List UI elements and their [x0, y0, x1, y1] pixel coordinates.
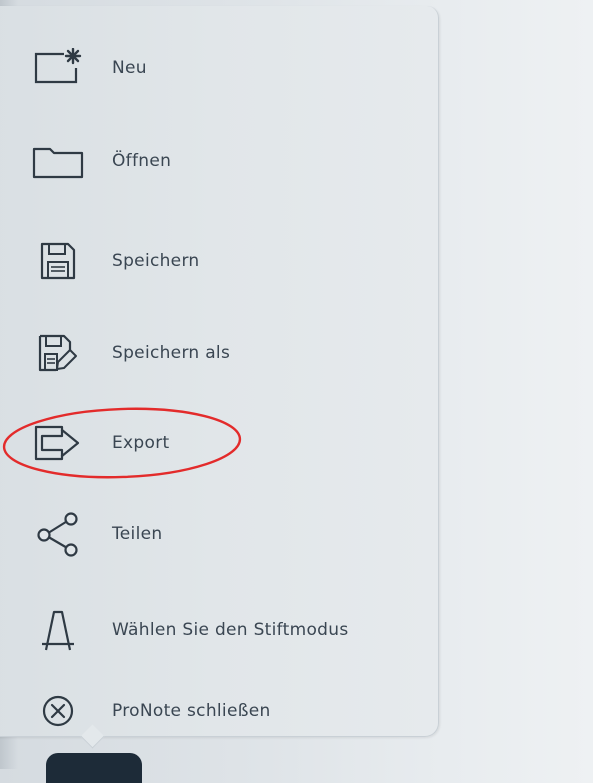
menu-item-save-as[interactable]: Speichern als — [0, 318, 430, 388]
toolbar-tab[interactable] — [46, 753, 142, 783]
menu-item-label: ProNote schließen — [112, 701, 271, 721]
menu-item-save[interactable]: Speichern — [0, 226, 430, 296]
share-icon — [30, 510, 86, 558]
menu-item-export[interactable]: Export — [0, 408, 430, 478]
menu-item-label: Öffnen — [112, 151, 172, 171]
new-file-icon — [30, 44, 86, 92]
menu-item-share[interactable]: Teilen — [0, 499, 430, 569]
save-icon — [30, 237, 86, 285]
menu-item-label: Neu — [112, 58, 147, 78]
close-circle-icon — [30, 687, 86, 735]
menu-item-label: Speichern — [112, 251, 200, 271]
save-as-icon — [30, 329, 86, 377]
menu-item-new[interactable]: Neu — [0, 33, 430, 103]
menu-item-label: Teilen — [112, 524, 163, 544]
menu-item-pen-mode[interactable]: Wählen Sie den Stiftmodus — [0, 595, 430, 665]
menu-item-open[interactable]: Öffnen — [0, 126, 430, 196]
menu-item-label: Export — [112, 433, 170, 453]
menu-item-close-app[interactable]: ProNote schließen — [0, 676, 430, 746]
pen-mode-icon — [30, 606, 86, 654]
menu-item-label: Wählen Sie den Stiftmodus — [112, 620, 349, 640]
export-icon — [30, 419, 86, 467]
menu-item-label: Speichern als — [112, 343, 231, 363]
folder-icon — [30, 137, 86, 185]
